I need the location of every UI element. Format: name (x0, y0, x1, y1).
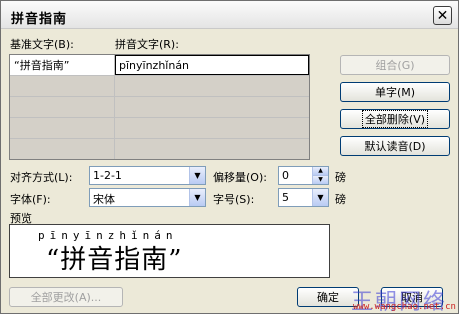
ok-button-label: 确定 (317, 291, 339, 304)
alignment-value: 1-2-1 (93, 169, 122, 182)
font-label: 字体(F): (10, 193, 51, 206)
offset-spinner[interactable]: 0 ▲ ▼ (278, 166, 329, 185)
dialog-title: 拼音指南 (11, 12, 68, 27)
close-icon: ✕ (436, 7, 449, 24)
offset-label: 偏移量(O): (213, 171, 267, 184)
pinyin-text-cell (115, 139, 309, 159)
chevron-down-icon[interactable]: ▼ (189, 189, 205, 206)
base-text-cell (10, 76, 114, 96)
size-select[interactable]: 5 ▼ (278, 188, 329, 207)
chevron-down-icon[interactable]: ▼ (312, 189, 328, 206)
chevron-down-icon[interactable]: ▼ (189, 167, 205, 184)
base-text-cell (10, 139, 114, 159)
default-reading-button[interactable]: 默认读音(D) (340, 136, 450, 156)
alignment-select[interactable]: 1-2-1 ▼ (89, 166, 206, 185)
pinyin-text-cell (115, 76, 309, 96)
pinyin-text-cell[interactable]: pīnyīnzhǐnán (115, 55, 309, 75)
size-label: 字号(S): (213, 193, 255, 206)
delete-all-button[interactable]: 全部删除(V) (340, 109, 450, 129)
preview-text: “拼音指南” (46, 245, 183, 275)
title-bar[interactable]: 拼音指南 ✕ (1, 1, 458, 29)
font-select[interactable]: 宋体 ▼ (89, 188, 206, 207)
pinyin-text-cell (115, 97, 309, 117)
offset-unit: 磅 (335, 171, 346, 184)
close-button[interactable]: ✕ (433, 6, 452, 25)
size-unit: 磅 (335, 193, 346, 206)
alignment-label: 对齐方式(L): (10, 171, 73, 184)
default-reading-button-label: 默认读音(D) (364, 140, 426, 153)
delete-all-button-label: 全部删除(V) (361, 110, 429, 128)
watermark: 王朝网络 www.wangchao.net.cn (349, 284, 457, 315)
offset-value: 0 (282, 169, 289, 182)
phonetic-guide-dialog: 拼音指南 ✕ 基准文字(B): 拼音文字(R): “拼音指南” pīnyīnzh… (0, 0, 459, 315)
base-text-cell (10, 118, 114, 138)
watermark-url: www.wangchao.net.cn (353, 302, 456, 312)
spin-down-icon[interactable]: ▼ (312, 175, 328, 184)
change-all-button-label: 全部更改(A)... (30, 291, 102, 304)
pinyin-text-label: 拼音文字(R): (115, 38, 179, 51)
base-text-cell (10, 97, 114, 117)
single-char-button-label: 单字(M) (374, 86, 416, 99)
preview-box: pīnyīnzhǐnán “拼音指南” (9, 224, 330, 278)
base-text-label: 基准文字(B): (10, 38, 74, 51)
change-all-button[interactable]: 全部更改(A)... (9, 287, 123, 307)
base-text-cell[interactable]: “拼音指南” (10, 55, 114, 75)
pinyin-text-cell (115, 118, 309, 138)
spin-up-icon[interactable]: ▲ (312, 167, 328, 175)
font-value: 宋体 (93, 193, 115, 206)
size-value: 5 (282, 191, 289, 204)
single-char-button[interactable]: 单字(M) (340, 82, 450, 102)
combine-button[interactable]: 组合(G) (340, 55, 450, 75)
ruby-table: “拼音指南” pīnyīnzhǐnán (9, 54, 310, 160)
combine-button-label: 组合(G) (375, 59, 415, 72)
